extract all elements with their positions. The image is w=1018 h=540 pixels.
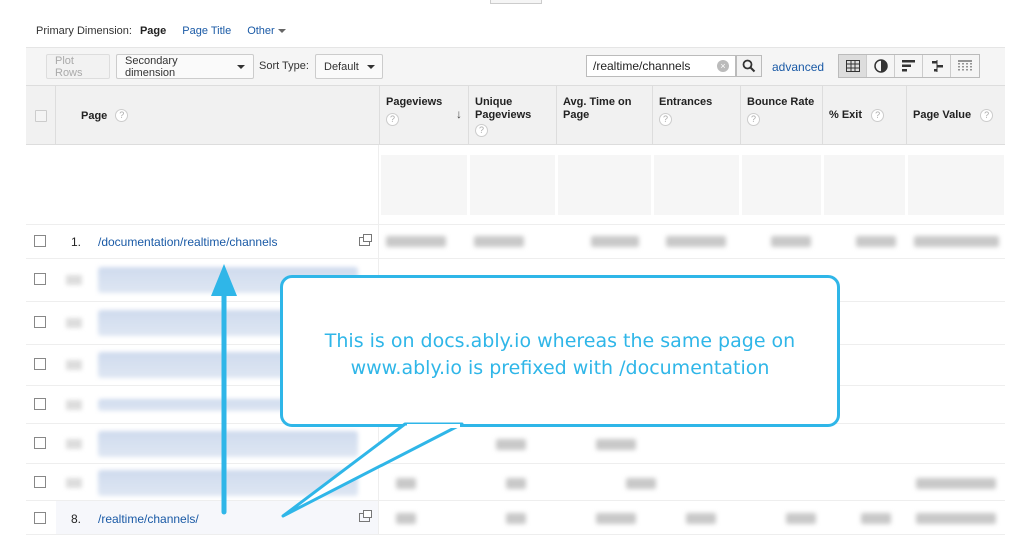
callout-tail	[281, 422, 464, 518]
annotation-text: This is on docs.ably.io whereas the same…	[324, 330, 796, 379]
annotation-arrows	[211, 264, 464, 518]
arrow-up-icon	[211, 264, 237, 296]
